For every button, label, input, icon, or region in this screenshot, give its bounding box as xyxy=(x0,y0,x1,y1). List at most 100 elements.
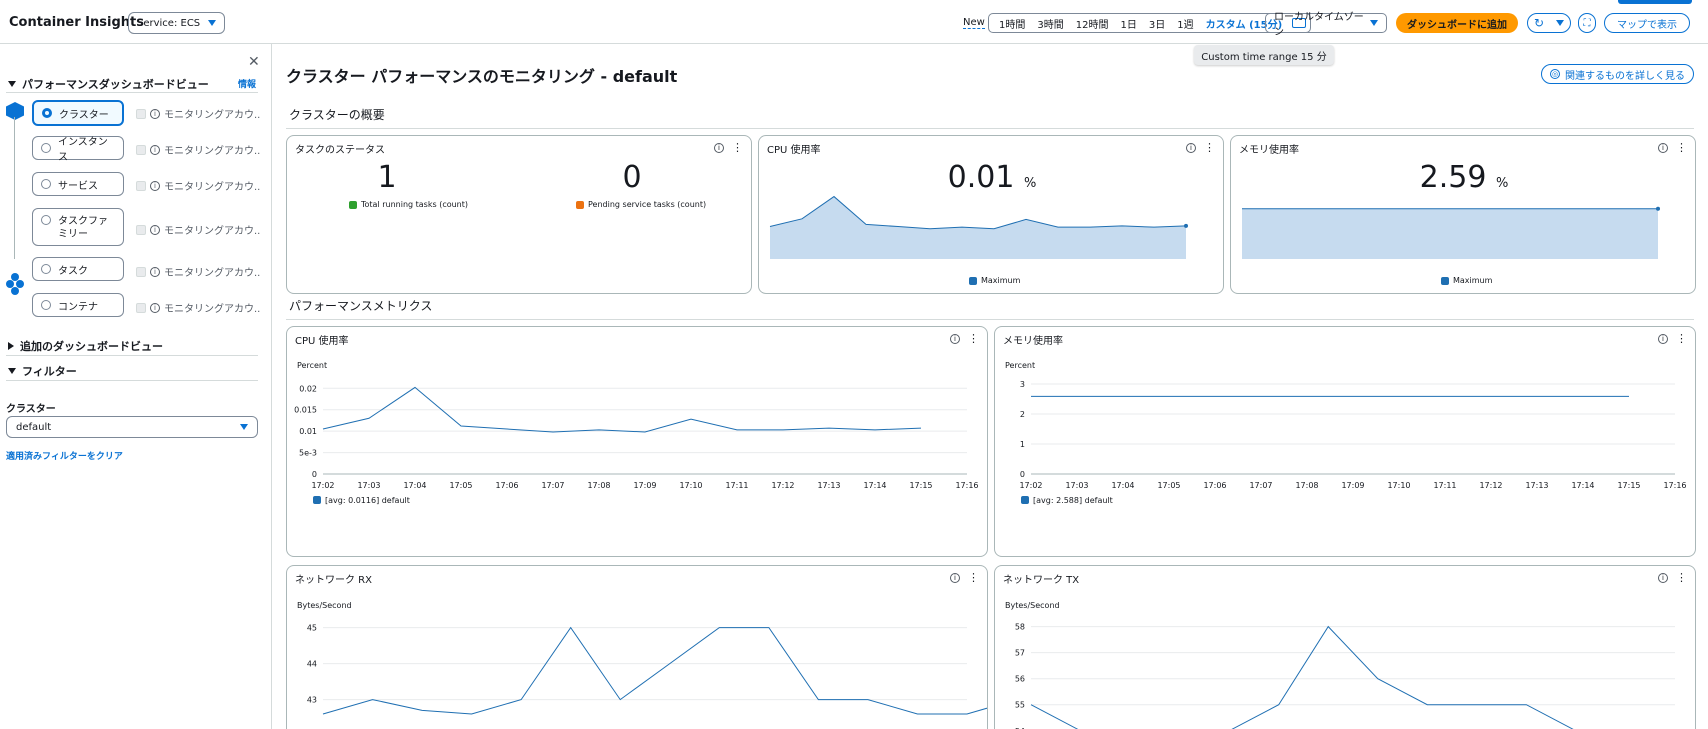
y-tick-label: 43 xyxy=(307,696,317,705)
card-title: CPU 使用率 xyxy=(767,145,821,156)
x-tick-label: 17:13 xyxy=(1525,481,1548,490)
refresh-icon[interactable]: ↻ xyxy=(1534,16,1544,30)
map-view-button[interactable]: マップで表示 xyxy=(1604,13,1690,33)
cluster-filter-select[interactable]: default xyxy=(6,416,258,438)
new-badge: New xyxy=(963,17,985,29)
last-point xyxy=(1184,223,1188,228)
task-status-card: タスクのステータス i ⋮ 1 Total running tasks (cou… xyxy=(286,135,752,294)
x-tick-label: 17:11 xyxy=(725,481,748,490)
last-point xyxy=(1656,206,1660,211)
view-option-cluster[interactable]: クラスター xyxy=(32,100,124,126)
time-range-3d[interactable]: 3日 xyxy=(1143,16,1171,31)
radio-icon[interactable] xyxy=(41,300,51,310)
section-metrics-title: パフォーマンスメトリクス xyxy=(289,299,433,313)
view-option-label: コンテナ xyxy=(58,301,98,313)
series-line xyxy=(322,626,987,715)
monitoring-account-instance[interactable]: i モニタリングアカウ... xyxy=(136,142,260,157)
monitoring-account-container[interactable]: i モニタリングアカウ... xyxy=(136,300,260,315)
series-line xyxy=(1030,625,1574,729)
y-tick-label: 0.015 xyxy=(294,406,317,415)
time-range-1d[interactable]: 1日 xyxy=(1114,16,1142,31)
monitoring-account-service[interactable]: i モニタリングアカウ... xyxy=(136,178,260,193)
legend-swatch xyxy=(349,200,357,209)
more-options-icon[interactable]: ⋮ xyxy=(1204,141,1215,154)
collapse-icon xyxy=(8,81,16,87)
info-icon[interactable]: i xyxy=(1186,142,1196,153)
explore-related-button[interactable]: ◎ 関連するものを詳しく見る xyxy=(1541,64,1694,84)
x-tick-label: 17:09 xyxy=(1341,481,1364,490)
radio-icon[interactable] xyxy=(42,108,52,118)
close-icon[interactable]: ✕ xyxy=(248,54,260,70)
y-tick-label: 5e-3 xyxy=(299,449,317,458)
info-icon[interactable]: i xyxy=(1658,142,1668,153)
view-option-service[interactable]: サービス xyxy=(32,172,124,196)
timezone-select[interactable]: ローカルタイムゾーン xyxy=(1265,12,1387,38)
x-tick-label: 17:14 xyxy=(863,481,886,490)
checkbox[interactable] xyxy=(136,302,146,313)
checkbox[interactable] xyxy=(136,224,146,235)
x-tick-label: 17:11 xyxy=(1433,481,1456,490)
section-dashboard-views[interactable]: パフォーマンスダッシュボードビュー xyxy=(8,76,209,92)
x-tick-label: 17:08 xyxy=(1295,481,1318,490)
radio-icon[interactable] xyxy=(41,143,51,153)
section-filter-label: フィルター xyxy=(22,365,77,378)
time-range-1w[interactable]: 1週 xyxy=(1171,16,1199,31)
time-range-3h[interactable]: 3時間 xyxy=(1031,16,1069,31)
y-axis-label: Percent xyxy=(297,361,327,370)
x-tick-label: 17:14 xyxy=(1571,481,1594,490)
explore-related-label: 関連するものを詳しく見る xyxy=(1565,70,1685,82)
view-option-task-family[interactable]: タスクファミリー xyxy=(32,208,124,246)
clear-filters-link[interactable]: 適用済みフィルターをクリア xyxy=(6,449,123,462)
service-select[interactable]: Service: ECS xyxy=(128,12,226,34)
time-range-selector[interactable]: 1時間 3時間 12時間 1日 3日 1週 カスタム (15分) xyxy=(988,13,1312,33)
y-tick-label: 2 xyxy=(1020,410,1025,419)
x-tick-label: 17:10 xyxy=(1387,481,1410,490)
checkbox[interactable] xyxy=(136,180,146,191)
memory-summary-value: 2.59 xyxy=(1419,160,1487,195)
more-options-icon[interactable]: ⋮ xyxy=(732,141,743,154)
view-option-task[interactable]: タスク xyxy=(32,257,124,281)
info-link[interactable]: 情報 xyxy=(238,77,256,90)
card-tools: i ⋮ xyxy=(1658,141,1687,154)
x-tick-label: 17:02 xyxy=(311,481,334,490)
checkbox[interactable] xyxy=(136,266,146,277)
section-additional-views[interactable]: 追加のダッシュボードビュー xyxy=(8,338,163,354)
section-filter[interactable]: フィルター xyxy=(8,363,77,379)
monitoring-account-task-family[interactable]: i モニタリングアカウ... xyxy=(136,222,260,237)
add-to-dashboard-button[interactable]: ダッシュボードに追加 xyxy=(1396,13,1518,33)
memory-chart-card: メモリ使用率 i ⋮ Percent 0 1 2 3 17:02 17:03 17:04 17:… xyxy=(994,326,1696,557)
info-icon[interactable]: i xyxy=(714,142,724,153)
y-tick-label: 0.01 xyxy=(299,427,317,436)
monitoring-account-cluster[interactable]: i モニタリングアカウ... xyxy=(136,106,260,121)
info-icon: i xyxy=(150,108,160,119)
memory-summary-unit: % xyxy=(1495,176,1509,191)
cpu-chart-card: CPU 使用率 i ⋮ Percent 0 5e-3 0.01 0.015 0.02 17:… xyxy=(286,326,988,557)
caret-down-icon xyxy=(1370,20,1378,26)
y-axis-label: Bytes/Second xyxy=(1005,601,1060,610)
x-tick-label: 17:08 xyxy=(587,481,610,490)
memory-summary-legend: Maximum xyxy=(1441,276,1492,285)
radio-icon[interactable] xyxy=(41,264,51,274)
checkbox[interactable] xyxy=(136,108,146,119)
cpu-summary-legend: Maximum xyxy=(969,276,1020,285)
checkbox[interactable] xyxy=(136,144,146,155)
cpu-summary-card: CPU 使用率 i ⋮ 0.01 % Maximum xyxy=(758,135,1224,294)
cluster-filter-value: default xyxy=(16,421,52,433)
refresh-button[interactable]: ↻ xyxy=(1527,13,1571,33)
view-option-container[interactable]: コンテナ xyxy=(32,293,124,317)
more-options-icon[interactable]: ⋮ xyxy=(1676,141,1687,154)
section-dashboard-views-label: パフォーマンスダッシュボードビュー xyxy=(22,78,209,91)
radio-icon[interactable] xyxy=(41,215,51,225)
caret-down-icon[interactable] xyxy=(1556,20,1565,26)
y-tick-label: 57 xyxy=(1015,649,1025,658)
fullscreen-button[interactable]: ⛶ xyxy=(1578,13,1596,33)
divider xyxy=(6,380,258,381)
view-option-instance[interactable]: インスタンス xyxy=(32,136,124,163)
radio-icon[interactable] xyxy=(41,179,51,189)
x-tick-label: 17:06 xyxy=(495,481,518,490)
monitoring-account-task[interactable]: i モニタリングアカウ... xyxy=(136,264,260,279)
time-range-12h[interactable]: 12時間 xyxy=(1070,16,1115,31)
legend-swatch xyxy=(969,276,977,285)
time-range-1h[interactable]: 1時間 xyxy=(993,16,1031,31)
legend-label: [avg: 0.0116] default xyxy=(325,496,410,505)
